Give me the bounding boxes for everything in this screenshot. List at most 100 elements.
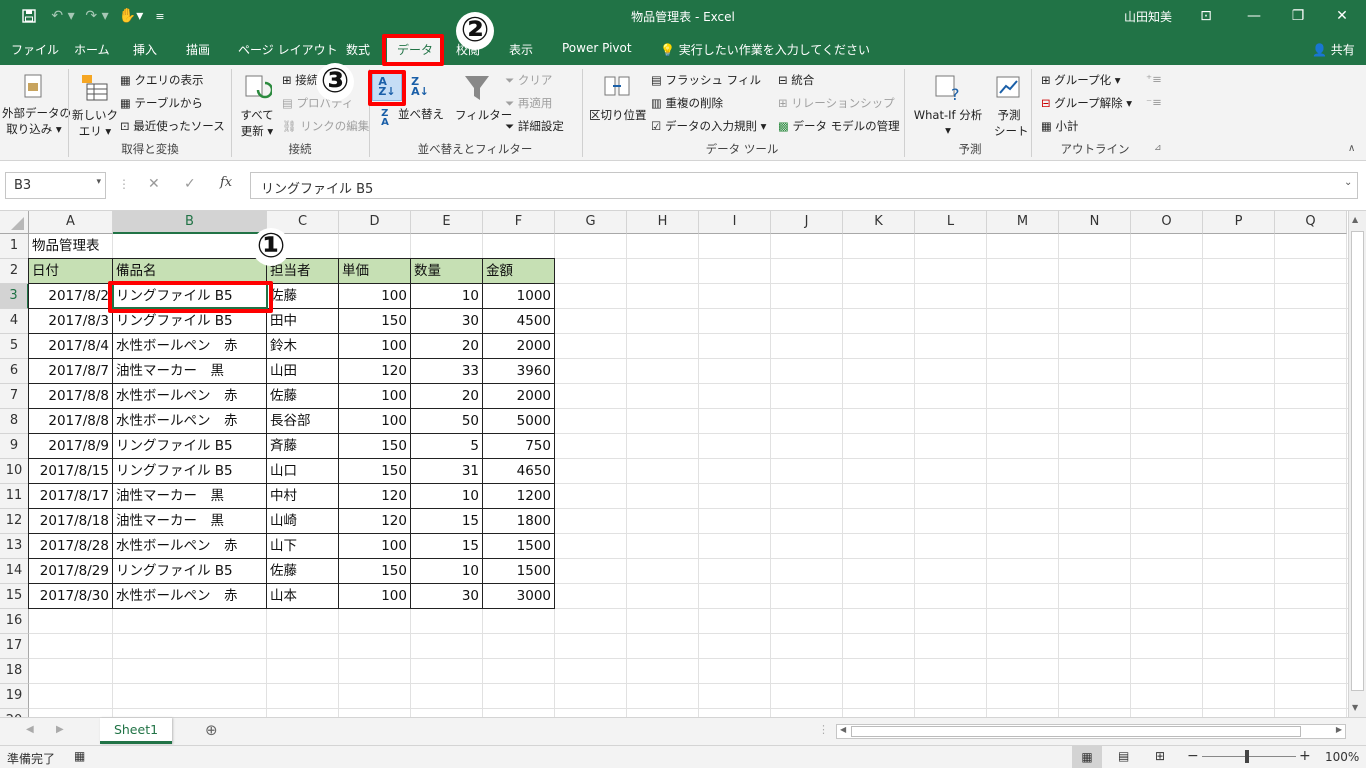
scroll-down-icon[interactable]: ▼ (1352, 703, 1358, 712)
tab-page-layout[interactable]: ページ レイアウト (238, 41, 338, 58)
row-header-16[interactable]: 16 (0, 609, 29, 634)
clear-button[interactable]: ⏷ クリア (505, 72, 552, 88)
cell-f10[interactable]: 4650 (483, 459, 555, 484)
row-header-18[interactable]: 18 (0, 659, 29, 684)
column-header-i[interactable]: I (699, 211, 771, 234)
header-cell-f[interactable]: 金額 (483, 259, 555, 284)
cancel-icon[interactable]: ✕ (148, 176, 160, 192)
cell-c13[interactable]: 山下 (267, 534, 339, 559)
column-header-b[interactable]: B (113, 211, 267, 234)
cell-a11[interactable]: 2017/8/17 (29, 484, 113, 509)
row-header-2[interactable]: 2 (0, 259, 29, 284)
cell-f12[interactable]: 1800 (483, 509, 555, 534)
row-header-7[interactable]: 7 (0, 384, 29, 409)
data-validation-button[interactable]: ☑ データの入力規則 ▾ (651, 118, 766, 134)
show-queries-button[interactable]: ▦ クエリの表示 (120, 72, 204, 88)
page-layout-view-icon[interactable]: ▤ (1118, 749, 1129, 763)
remove-duplicates-button[interactable]: ▥ 重複の削除 (651, 95, 723, 111)
row-header-4[interactable]: 4 (0, 309, 29, 334)
row-header-1[interactable]: 1 (0, 234, 29, 259)
horizontal-scroll-thumb[interactable] (851, 726, 1301, 737)
cell-e6[interactable]: 33 (411, 359, 483, 384)
cell-b13[interactable]: 水性ボールペン 赤 (113, 534, 267, 559)
new-query-button[interactable]: 新しいク エリ ▾ (72, 107, 118, 139)
sort-button[interactable]: 並べ替え (398, 106, 444, 122)
cell-b10[interactable]: リングファイル B5 (113, 459, 267, 484)
group-button[interactable]: ⊞ グループ化 ▾ (1041, 72, 1121, 88)
tab-formulas[interactable]: 数式 (346, 41, 370, 58)
cell-d9[interactable]: 150 (339, 434, 411, 459)
sort-za-icon[interactable]: ZA (376, 107, 394, 129)
cell-c9[interactable]: 斉藤 (267, 434, 339, 459)
column-header-o[interactable]: O (1131, 211, 1203, 234)
cell-c7[interactable]: 佐藤 (267, 384, 339, 409)
column-header-j[interactable]: J (771, 211, 843, 234)
cell-e3[interactable]: 10 (411, 284, 483, 309)
tab-view[interactable]: 表示 (509, 41, 533, 58)
user-name[interactable]: 山田知美 (1124, 8, 1172, 25)
column-header-f[interactable]: F (483, 211, 555, 234)
what-if-button[interactable]: What-If 分析 ▾ (911, 107, 985, 137)
cell-e9[interactable]: 5 (411, 434, 483, 459)
cell-b6[interactable]: 油性マーカー 黒 (113, 359, 267, 384)
text-to-columns-icon[interactable] (602, 71, 632, 103)
name-box[interactable]: B3 ▾ (5, 172, 106, 199)
cell-f5[interactable]: 2000 (483, 334, 555, 359)
insert-function-icon[interactable]: fx (220, 175, 232, 190)
reapply-button[interactable]: ⏷ 再適用 (505, 95, 552, 111)
cell-a7[interactable]: 2017/8/8 (29, 384, 113, 409)
refresh-all-icon[interactable] (243, 71, 273, 105)
macro-record-icon[interactable]: ▦ (74, 749, 85, 763)
cell-c15[interactable]: 山本 (267, 584, 339, 609)
prev-sheet-icon[interactable]: ◀ (26, 724, 34, 735)
row-header-17[interactable]: 17 (0, 634, 29, 659)
new-sheet-icon[interactable]: ⊕ (205, 721, 218, 739)
advanced-filter-button[interactable]: ⏷ 詳細設定 (505, 118, 564, 134)
cell-d10[interactable]: 150 (339, 459, 411, 484)
zoom-out-icon[interactable]: − (1187, 748, 1199, 764)
cell-a10[interactable]: 2017/8/15 (29, 459, 113, 484)
scroll-left-icon[interactable]: ◀ (840, 725, 846, 734)
cell-d6[interactable]: 120 (339, 359, 411, 384)
connections-button[interactable]: ⊞ 接続 (282, 72, 318, 88)
column-header-h[interactable]: H (627, 211, 699, 234)
from-table-button[interactable]: ▦ テーブルから (120, 95, 203, 111)
filter-button[interactable]: フィルター (455, 107, 512, 123)
cell-c8[interactable]: 長谷部 (267, 409, 339, 434)
cell-c10[interactable]: 山口 (267, 459, 339, 484)
tab-draw[interactable]: 描画 (186, 41, 210, 58)
header-cell-d[interactable]: 単価 (339, 259, 411, 284)
row-header-12[interactable]: 12 (0, 509, 29, 534)
cell-d15[interactable]: 100 (339, 584, 411, 609)
column-header-m[interactable]: M (987, 211, 1059, 234)
row-header-19[interactable]: 19 (0, 684, 29, 709)
row-header-20[interactable]: 20 (0, 709, 29, 717)
tab-power-pivot[interactable]: Power Pivot (562, 41, 632, 55)
ribbon-display-icon[interactable]: ⊡ (1186, 4, 1226, 28)
split-handle-icon[interactable]: ⋮ (818, 723, 829, 736)
cell-a13[interactable]: 2017/8/28 (29, 534, 113, 559)
zoom-slider-thumb[interactable] (1245, 750, 1249, 763)
edit-links-button[interactable]: ⛓ リンクの編集 (282, 118, 369, 134)
cell-f8[interactable]: 5000 (483, 409, 555, 434)
cell-b15[interactable]: 水性ボールペン 赤 (113, 584, 267, 609)
cell-c3[interactable]: 佐藤 (267, 284, 339, 309)
cell-d13[interactable]: 100 (339, 534, 411, 559)
worksheet-grid[interactable]: ABCDEFGHIJKLMNOPQ 1 2 3 4 5 6 7 8 9 10 11 12 13 14 15 1… (0, 211, 1366, 717)
cell-e14[interactable]: 10 (411, 559, 483, 584)
cell-b14[interactable]: リングファイル B5 (113, 559, 267, 584)
cell-a6[interactable]: 2017/8/7 (29, 359, 113, 384)
column-header-q[interactable]: Q (1275, 211, 1347, 234)
row-header-3[interactable]: 3 (0, 284, 29, 309)
select-all-corner[interactable] (0, 211, 29, 234)
cell-b8[interactable]: 水性ボールペン 赤 (113, 409, 267, 434)
cell-c5[interactable]: 鈴木 (267, 334, 339, 359)
cell-e15[interactable]: 30 (411, 584, 483, 609)
cell-a1[interactable]: 物品管理表 (29, 234, 113, 259)
cell-a14[interactable]: 2017/8/29 (29, 559, 113, 584)
row-header-15[interactable]: 15 (0, 584, 29, 609)
external-data-icon[interactable] (20, 71, 48, 103)
zoom-level[interactable]: 100% (1325, 750, 1359, 764)
horizontal-scrollbar[interactable]: ◀ ▶ (836, 724, 1346, 739)
cell-a9[interactable]: 2017/8/9 (29, 434, 113, 459)
